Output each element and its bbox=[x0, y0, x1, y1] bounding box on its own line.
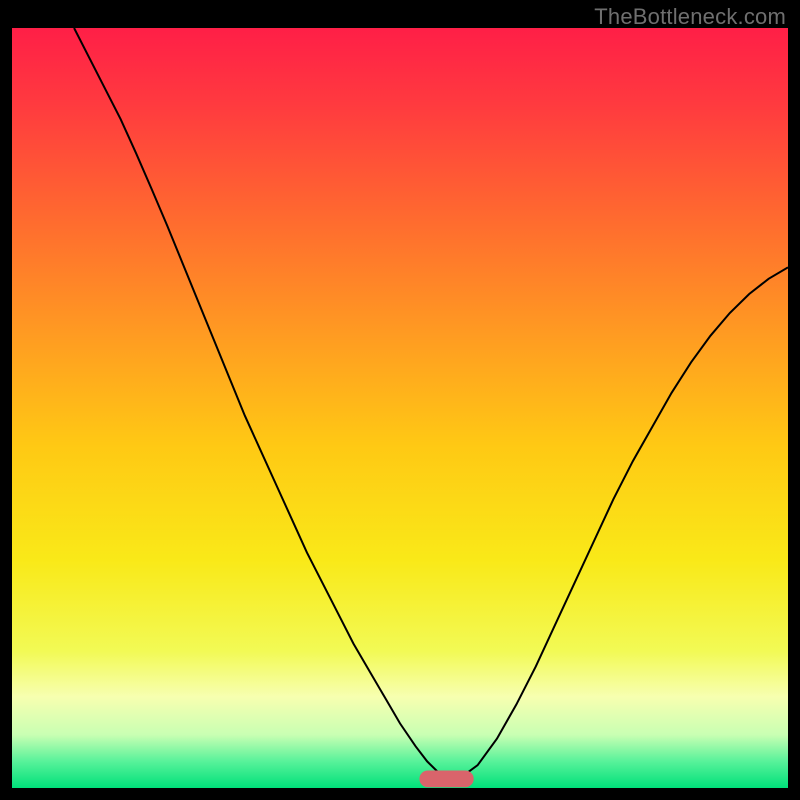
bottleneck-chart bbox=[12, 28, 788, 788]
minimum-marker bbox=[419, 771, 473, 788]
watermark-text: TheBottleneck.com bbox=[594, 4, 786, 30]
gradient-background bbox=[12, 28, 788, 788]
chart-frame bbox=[12, 28, 788, 788]
